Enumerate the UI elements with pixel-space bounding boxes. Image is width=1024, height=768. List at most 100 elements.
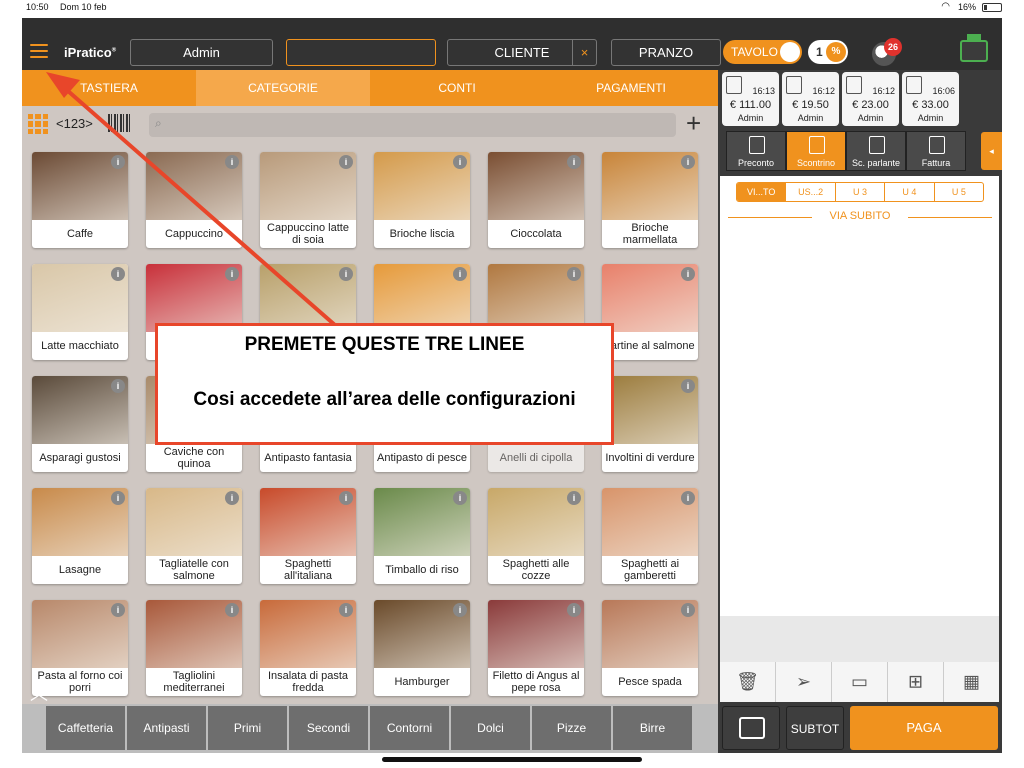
category-button[interactable]: Dolci xyxy=(451,706,530,750)
service-button[interactable]: PRANZO xyxy=(611,39,721,66)
chevron-left-icon[interactable]: ◂ xyxy=(981,132,1002,170)
product-card[interactable]: Tartine al salmone i xyxy=(602,264,698,360)
hamburger-menu-icon[interactable] xyxy=(30,44,48,58)
info-icon[interactable]: i xyxy=(567,491,581,505)
product-card[interactable]: Tagliolini mediterranei i xyxy=(146,600,242,696)
info-icon[interactable]: i xyxy=(681,379,695,393)
course-tab[interactable]: VI...TO xyxy=(737,183,787,201)
user-field[interactable]: Admin xyxy=(130,39,273,66)
info-icon[interactable]: i xyxy=(225,491,239,505)
tab-conti[interactable]: CONTI xyxy=(370,70,544,106)
product-card[interactable]: Hamburger i xyxy=(374,600,470,696)
info-icon[interactable]: i xyxy=(567,603,581,617)
chevron-up-icon[interactable]: ︿ xyxy=(26,680,52,704)
info-icon[interactable]: i xyxy=(111,267,125,281)
category-button[interactable]: Pizze xyxy=(532,706,611,750)
open-table-card[interactable]: 16:06 € 33.00 Admin xyxy=(902,72,959,126)
info-icon[interactable]: i xyxy=(339,155,353,169)
covers-percent-control[interactable]: 1 % xyxy=(808,40,848,64)
info-icon[interactable]: i xyxy=(111,379,125,393)
send-button[interactable]: ➢ xyxy=(776,662,832,702)
drawer-button[interactable]: ▭ xyxy=(832,662,888,702)
info-icon[interactable]: i xyxy=(111,155,125,169)
product-card[interactable]: Filetto di Angus al pepe rosa i xyxy=(488,600,584,696)
info-icon[interactable]: i xyxy=(111,491,125,505)
clear-customer-icon[interactable]: × xyxy=(572,40,596,65)
product-card[interactable]: Cioccolata i xyxy=(488,152,584,248)
info-icon[interactable]: i xyxy=(681,603,695,617)
course-tab[interactable]: U 5 xyxy=(935,183,983,201)
product-card[interactable]: Spaghetti ai gamberetti i xyxy=(602,488,698,584)
receipt-icon xyxy=(726,76,742,94)
info-icon[interactable]: i xyxy=(339,267,353,281)
open-table-card[interactable]: 16:13 € 111.00 Admin xyxy=(722,72,779,126)
home-indicator[interactable] xyxy=(382,757,642,762)
customer-field[interactable]: CLIENTE × xyxy=(447,39,597,66)
subtotal-button[interactable]: SUBTOT xyxy=(786,706,844,750)
info-icon[interactable]: i xyxy=(681,491,695,505)
product-card[interactable]: Involtini di verdure i xyxy=(602,376,698,472)
document-type-button[interactable]: Scontrino xyxy=(786,131,846,171)
category-button[interactable]: Secondi xyxy=(289,706,368,750)
info-icon[interactable]: i xyxy=(681,155,695,169)
category-button[interactable]: Contorni xyxy=(370,706,449,750)
category-button[interactable]: Caffetteria xyxy=(46,706,125,750)
product-label: Pesce spada xyxy=(618,676,682,688)
open-table-card[interactable]: 16:12 € 19.50 Admin xyxy=(782,72,839,126)
table-toggle[interactable]: TAVOLO xyxy=(723,40,802,64)
product-card[interactable]: Pesce spada i xyxy=(602,600,698,696)
product-card[interactable]: Spaghetti all'italiana i xyxy=(260,488,356,584)
course-tab[interactable]: US...2 xyxy=(786,183,836,201)
tab-categorie[interactable]: CATEGORIE xyxy=(196,70,370,106)
info-icon[interactable]: i xyxy=(225,155,239,169)
add-product-button[interactable]: + xyxy=(686,108,701,138)
category-button[interactable]: Primi xyxy=(208,706,287,750)
category-button[interactable]: Antipasti xyxy=(127,706,206,750)
info-icon[interactable]: i xyxy=(339,491,353,505)
product-card[interactable]: Cappuccino latte di soia i xyxy=(260,152,356,248)
wallet-button[interactable] xyxy=(722,706,780,750)
takeaway-button[interactable]: ⊞ xyxy=(888,662,944,702)
info-icon[interactable]: i xyxy=(111,603,125,617)
qr-button[interactable]: ▦ xyxy=(944,662,999,702)
open-table-card[interactable]: 16:12 € 23.00 Admin xyxy=(842,72,899,126)
product-card[interactable]: Asparagi gustosi i xyxy=(32,376,128,472)
course-tab[interactable]: U 4 xyxy=(885,183,935,201)
search-input[interactable]: ⌕ xyxy=(149,113,676,137)
info-icon[interactable]: i xyxy=(567,155,581,169)
info-icon[interactable]: i xyxy=(453,155,467,169)
product-card[interactable]: Cappuccino i xyxy=(146,152,242,248)
info-icon[interactable]: i xyxy=(453,267,467,281)
product-card[interactable]: Tagliatelle con salmone i xyxy=(146,488,242,584)
grid-view-icon[interactable] xyxy=(28,114,48,134)
printer-icon[interactable] xyxy=(960,34,988,62)
info-icon[interactable]: i xyxy=(453,603,467,617)
info-icon[interactable]: i xyxy=(225,603,239,617)
info-icon[interactable]: i xyxy=(681,267,695,281)
info-icon[interactable]: i xyxy=(453,491,467,505)
delete-button[interactable]: 🗑 xyxy=(720,662,776,702)
product-card[interactable]: Latte macchiato i xyxy=(32,264,128,360)
tab-pagamenti[interactable]: PAGAMENTI xyxy=(544,70,718,106)
barcode-icon[interactable] xyxy=(108,114,132,132)
pay-button[interactable]: PAGA xyxy=(850,706,998,750)
course-tab[interactable]: U 3 xyxy=(836,183,886,201)
document-type-button[interactable]: Preconto xyxy=(726,131,786,171)
info-icon[interactable]: i xyxy=(567,267,581,281)
document-type-button[interactable]: Fattura xyxy=(906,131,966,171)
product-card[interactable]: Lasagne i xyxy=(32,488,128,584)
product-card[interactable]: Spaghetti alle cozze i xyxy=(488,488,584,584)
info-icon[interactable]: i xyxy=(225,267,239,281)
table-name-field[interactable] xyxy=(286,39,436,66)
category-button[interactable]: Birre xyxy=(613,706,692,750)
product-card[interactable]: Timballo di riso i xyxy=(374,488,470,584)
tab-tastiera[interactable]: TASTIERA xyxy=(22,70,196,106)
document-type-button[interactable]: Sc. parlante xyxy=(846,131,906,171)
product-card[interactable]: Brioche marmellata i xyxy=(602,152,698,248)
info-icon[interactable]: i xyxy=(339,603,353,617)
product-card[interactable]: Caffe i xyxy=(32,152,128,248)
keypad-toggle[interactable]: <123> xyxy=(56,116,93,131)
product-card[interactable]: Insalata di pasta fredda i xyxy=(260,600,356,696)
product-label: Involtini di verdure xyxy=(605,452,695,464)
product-card[interactable]: Brioche liscia i xyxy=(374,152,470,248)
